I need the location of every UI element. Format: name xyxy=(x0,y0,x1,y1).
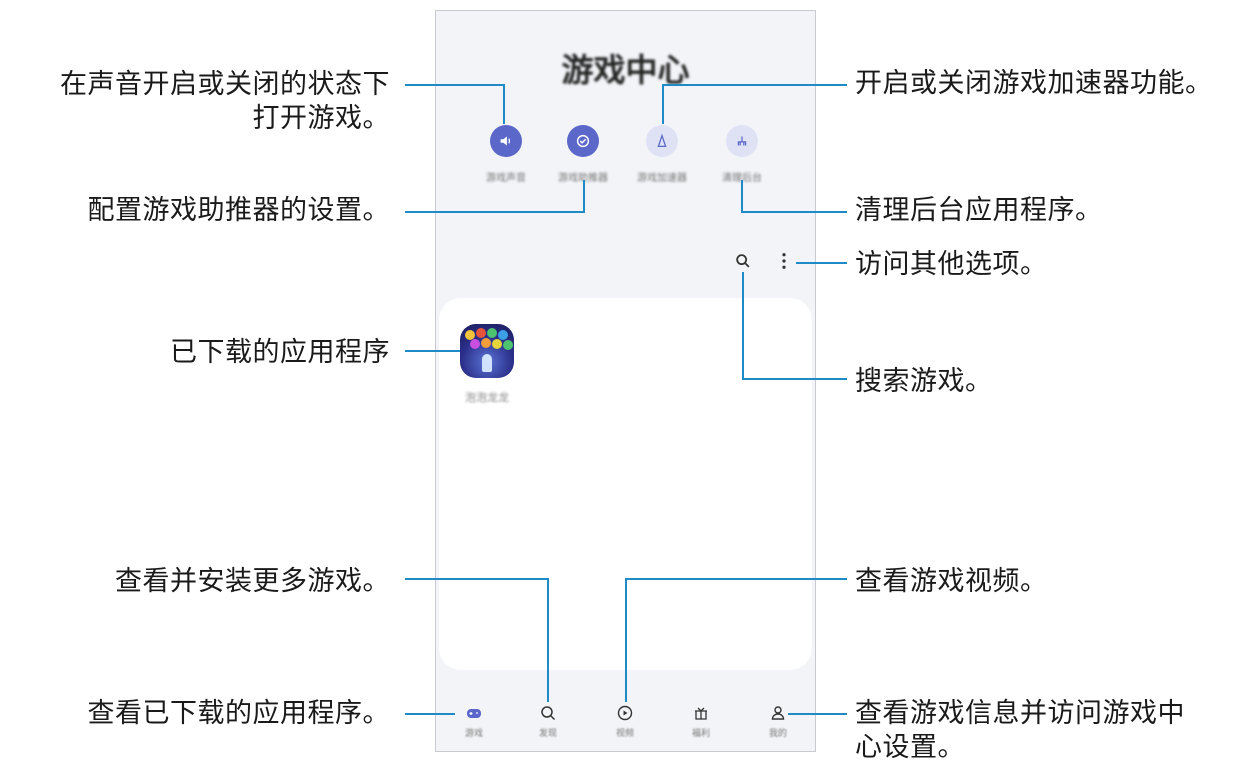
nav-profile[interactable]: 我的 xyxy=(758,703,798,739)
quick-clean-button[interactable] xyxy=(726,125,758,157)
quick-accelerator-label: 游戏加速器 xyxy=(637,173,687,184)
leader-search-v xyxy=(742,272,744,380)
search-icon xyxy=(736,254,750,268)
leader-videos-v xyxy=(625,578,627,702)
callout-sound-line2: 打开游戏。 xyxy=(252,103,390,134)
accelerator-icon xyxy=(657,133,667,148)
quick-sound-button[interactable] xyxy=(490,125,522,157)
search-icon xyxy=(541,706,556,721)
nav-profile-label: 我的 xyxy=(768,729,787,739)
leader-accelerator-h xyxy=(662,84,847,86)
callout-accelerator: 开启或关闭游戏加速器功能。 xyxy=(855,68,1213,99)
callout-booster: 配置游戏助推器的设置。 xyxy=(87,195,390,226)
leader-search-h xyxy=(742,378,847,380)
callout-search: 搜索游戏。 xyxy=(855,366,993,397)
gamepad-icon xyxy=(467,709,481,718)
more-vertical-icon xyxy=(782,253,786,269)
leader-sound-v xyxy=(503,84,505,124)
quick-accelerator-button[interactable] xyxy=(646,125,678,157)
callout-videos: 查看游戏视频。 xyxy=(855,566,1048,597)
leader-profile-h xyxy=(788,713,847,715)
leader-accelerator-v xyxy=(662,84,664,124)
leader-clean-v xyxy=(741,180,743,213)
leader-more-h xyxy=(796,262,847,264)
callout-profile-line1: 查看游戏信息并访问游戏中 xyxy=(855,698,1185,729)
leader-videos-h xyxy=(625,578,847,580)
bubble-game-icon[interactable] xyxy=(460,324,514,378)
gift-icon xyxy=(695,707,707,720)
leader-downloaded-h xyxy=(405,350,460,352)
game-booster-icon xyxy=(576,134,590,148)
more-options-button[interactable] xyxy=(776,249,792,273)
nav-games-label: 游戏 xyxy=(464,729,483,739)
quick-booster-button[interactable] xyxy=(567,125,599,157)
callout-view-downloaded: 查看已下载的应用程序。 xyxy=(87,698,390,729)
nav-videos-label: 视频 xyxy=(615,729,634,739)
leader-booster-v xyxy=(583,180,585,213)
callout-clean: 清理后台应用程序。 xyxy=(855,195,1103,226)
profile-icon xyxy=(771,706,785,720)
play-icon xyxy=(617,705,633,721)
callout-sound-line1: 在声音开启或关闭的状态下 xyxy=(60,69,390,100)
nav-benefits[interactable]: 福利 xyxy=(681,703,721,739)
nav-discover-label: 发现 xyxy=(538,729,557,739)
leader-install-h xyxy=(405,578,549,580)
nav-videos[interactable]: 视频 xyxy=(605,703,645,739)
callout-sound: 在声音开启或关闭的状态下 打开游戏。 xyxy=(60,68,390,136)
callout-install: 查看并安装更多游戏。 xyxy=(115,566,390,597)
nav-benefits-label: 福利 xyxy=(691,729,710,739)
leader-booster-h xyxy=(405,211,585,213)
callout-more-options: 访问其他选项。 xyxy=(855,249,1048,280)
leader-sound-h xyxy=(405,84,505,86)
speaker-icon xyxy=(500,136,511,146)
app-label: 泡泡龙龙 xyxy=(465,391,509,404)
callout-profile-line2: 心设置。 xyxy=(855,732,965,763)
search-button[interactable] xyxy=(731,249,755,273)
leader-install-v xyxy=(547,578,549,702)
nav-games[interactable]: 游戏 xyxy=(454,703,494,739)
leader-clean-h xyxy=(741,211,847,213)
nav-discover[interactable]: 发现 xyxy=(528,703,568,739)
leader-view-downloaded-h xyxy=(405,713,455,715)
callout-profile: 查看游戏信息并访问游戏中 心设置。 xyxy=(855,697,1185,765)
quick-sound-label: 游戏声音 xyxy=(486,173,526,184)
clean-background-icon xyxy=(737,136,747,146)
callout-downloaded: 已下载的应用程序 xyxy=(170,337,390,368)
